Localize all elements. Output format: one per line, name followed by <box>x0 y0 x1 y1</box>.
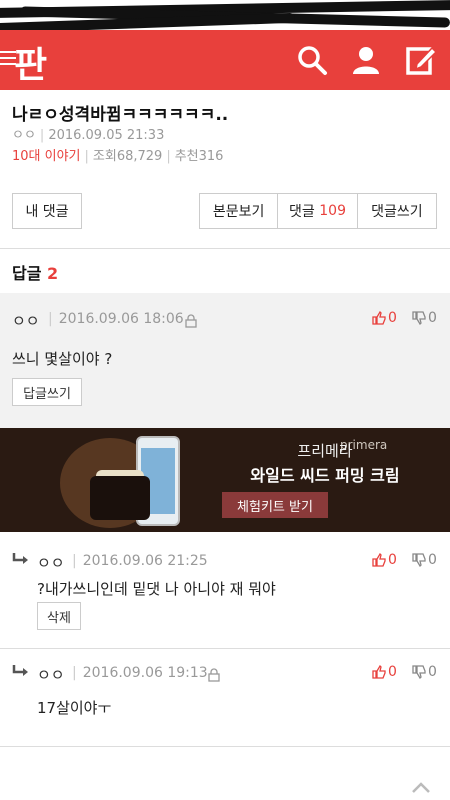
replies-heading: 답글 2 <box>12 260 58 284</box>
view-body-button[interactable]: 본문보기 <box>200 194 279 228</box>
thumbs-down-icon <box>412 553 426 567</box>
upvote-count: 0 <box>388 552 397 568</box>
recommend-label: 추천 <box>174 149 199 164</box>
ad-cta-button[interactable]: 체험키트 받기 <box>222 492 328 518</box>
replies-label: 답글 <box>12 264 42 283</box>
lock-icon <box>208 668 220 682</box>
search-icon[interactable] <box>296 44 328 76</box>
thumbs-up-icon <box>372 665 386 679</box>
upvote-count: 0 <box>388 310 397 326</box>
comment-author: ㅇㅇ <box>12 312 40 330</box>
recommend-count: 316 <box>198 149 224 164</box>
post-date: 2016.09.05 21:33 <box>48 128 165 143</box>
reply-divider <box>0 648 450 649</box>
reply-write-button[interactable]: 답글쓰기 <box>12 378 82 406</box>
comments-count: 109 <box>319 203 346 219</box>
reply-author: ㅇㅇ <box>37 554 65 572</box>
user-icon[interactable] <box>350 44 382 76</box>
scroll-top-icon[interactable] <box>411 780 431 794</box>
reply-body: 17살이야ㅜ <box>37 699 112 717</box>
downvote-count: 0 <box>428 310 437 326</box>
downvote-button[interactable]: 0 <box>412 310 437 326</box>
comments-button[interactable]: 댓글 109 <box>278 194 358 228</box>
redacted-status-bar <box>0 0 450 30</box>
replies-count: 2 <box>47 264 59 283</box>
downvote-count: 0 <box>428 664 437 680</box>
upvote-button[interactable]: 0 <box>372 552 397 568</box>
upvote-count: 0 <box>388 664 397 680</box>
thumbs-down-icon <box>412 665 426 679</box>
post-title: 나ㄹㅇ성격바뀜ㅋㅋㅋㅋㅋㅋ.. <box>12 105 229 125</box>
ad-brand-korean: 프리메라 <box>297 442 353 460</box>
reply-body: ?내가쓰니인데 밑댓 나 아니야 재 뭐야 <box>37 580 276 598</box>
app-logo[interactable]: 판 <box>14 36 47 88</box>
downvote-button[interactable]: 0 <box>412 664 437 680</box>
downvote-count: 0 <box>428 552 437 568</box>
thumbs-down-icon <box>412 311 426 325</box>
reply-date: | 2016.09.06 21:25 <box>72 553 208 569</box>
downvote-button[interactable]: 0 <box>412 552 437 568</box>
comment-date: | 2016.09.06 18:06 <box>48 311 184 327</box>
thumbs-up-icon <box>372 553 386 567</box>
write-icon[interactable] <box>405 44 437 76</box>
views-label: 조회 <box>92 149 117 164</box>
app-header: 판 <box>0 30 450 90</box>
reply-author: ㅇㅇ <box>37 666 65 684</box>
lock-icon <box>185 314 197 328</box>
post-author: ㅇㅇ <box>12 128 36 143</box>
post-category[interactable]: 10대 이야기 <box>12 149 81 164</box>
upvote-button[interactable]: 0 <box>372 310 397 326</box>
bottom-divider <box>0 746 450 747</box>
upvote-button[interactable]: 0 <box>372 664 397 680</box>
reply-arrow-icon <box>12 665 28 676</box>
post-meta-author: ㅇㅇ | 2016.09.05 21:33 <box>12 128 165 143</box>
ad-product-name: 와일드 씨드 퍼밍 크림 <box>250 466 400 485</box>
reply-arrow-icon <box>12 553 28 564</box>
comments-label: 댓글 <box>289 204 315 220</box>
section-divider <box>0 248 450 249</box>
thumbs-up-icon <box>372 311 386 325</box>
comment-actions-group: 본문보기 댓글 109 댓글쓰기 <box>199 193 437 229</box>
write-comment-button[interactable]: 댓글쓰기 <box>358 194 436 228</box>
views-count: 68,729 <box>116 149 163 164</box>
ad-banner[interactable]: primera 프리메라 와일드 씨드 퍼밍 크림 체험키트 받기 <box>0 428 450 532</box>
delete-button[interactable]: 삭제 <box>37 602 81 630</box>
comment-body: 쓰니 몇살이야 ? <box>12 350 113 368</box>
my-comments-button[interactable]: 내 댓글 <box>12 193 82 229</box>
reply-date: | 2016.09.06 19:13 <box>72 665 208 681</box>
ad-jar-image <box>90 476 150 520</box>
post-meta-stats: 10대 이야기 | 조회68,729 | 추천316 <box>12 149 224 164</box>
